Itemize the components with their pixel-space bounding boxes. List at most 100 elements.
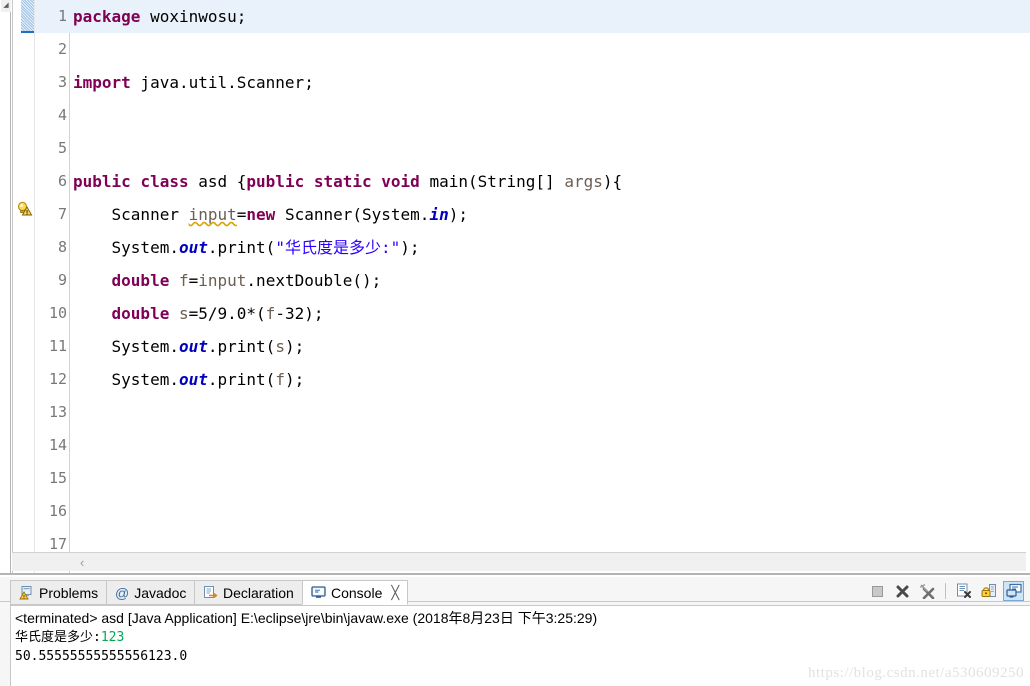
problems-icon bbox=[19, 585, 34, 600]
toolbar-separator bbox=[945, 583, 946, 599]
console-line: 华氏度是多少:123 bbox=[15, 628, 1030, 647]
code-line[interactable]: import java.util.Scanner; bbox=[71, 66, 1030, 99]
code-line[interactable]: System.out.print(s); bbox=[71, 330, 1030, 363]
collapse-view-icon[interactable]: ◢ bbox=[1, 0, 11, 12]
code-token: double bbox=[111, 271, 170, 290]
code-line[interactable] bbox=[71, 132, 1030, 165]
lock-icon[interactable] bbox=[978, 581, 999, 601]
code-token: System. bbox=[73, 337, 179, 356]
code-token: ); bbox=[448, 205, 468, 224]
close-icon[interactable]: ╳ bbox=[391, 585, 399, 601]
tab-label: Declaration bbox=[223, 584, 294, 601]
code-line[interactable]: public class asd {public static void mai… bbox=[71, 165, 1030, 198]
tab-console[interactable]: Console ╳ bbox=[302, 580, 409, 605]
code-token: public bbox=[246, 172, 305, 191]
cursor-line-marker bbox=[21, 0, 34, 33]
scroll-left-icon[interactable]: ‹ bbox=[80, 554, 84, 571]
code-line[interactable] bbox=[71, 396, 1030, 429]
code-token: args bbox=[564, 172, 603, 191]
line-number: 15 bbox=[48, 469, 67, 487]
code-text-area[interactable]: package woxinwosu; import java.util.Scann… bbox=[71, 0, 1030, 575]
stop-square-icon[interactable] bbox=[867, 581, 888, 601]
editor-bottom-divider bbox=[0, 573, 1030, 575]
code-line[interactable] bbox=[71, 462, 1030, 495]
code-line[interactable]: double f=input.nextDouble(); bbox=[71, 264, 1030, 297]
code-token: public bbox=[73, 172, 131, 191]
code-token: f bbox=[275, 370, 285, 389]
code-token: woxinwosu; bbox=[140, 7, 247, 26]
code-line[interactable]: Scanner input=new Scanner(System.in); bbox=[71, 198, 1030, 231]
tab-label: Javadoc bbox=[134, 584, 187, 601]
editor-gutter[interactable]: 1 2 3 4 5 6 7 8 9 10 11 12 13 14 15 16 17 bbox=[12, 0, 82, 575]
code-line[interactable] bbox=[71, 99, 1030, 132]
code-line[interactable]: package woxinwosu; bbox=[71, 0, 1030, 33]
code-line[interactable]: System.out.print("华氏度是多少:"); bbox=[71, 231, 1030, 264]
code-token: package bbox=[73, 7, 141, 26]
code-token: class bbox=[140, 172, 189, 191]
line-number: 11 bbox=[48, 337, 67, 355]
clear-page-icon[interactable] bbox=[953, 581, 974, 601]
cross-icon[interactable] bbox=[892, 581, 913, 601]
tab-problems[interactable]: Problems bbox=[10, 580, 108, 605]
lightbulb-warning-icon[interactable] bbox=[16, 201, 33, 217]
code-token: main(String[] bbox=[419, 172, 565, 191]
line-number: 14 bbox=[48, 436, 67, 454]
code-line[interactable]: double s=5/9.0*(f-32); bbox=[71, 297, 1030, 330]
tab-javadoc[interactable]: @ Javadoc bbox=[106, 580, 196, 605]
cross-broom-icon[interactable] bbox=[917, 581, 938, 601]
javadoc-at-icon: @ bbox=[115, 584, 130, 601]
code-token: ); bbox=[400, 238, 420, 257]
code-token: .nextDouble(); bbox=[246, 271, 382, 290]
console-output-lines: 华氏度是多少:123 50.55555555555556123.0 bbox=[15, 628, 1030, 666]
tab-declaration[interactable]: Declaration bbox=[194, 580, 303, 605]
code-token: "华氏度是多少:" bbox=[275, 238, 401, 257]
code-line[interactable] bbox=[71, 33, 1030, 66]
code-token: = bbox=[188, 271, 199, 290]
console-stdout: 华氏度是多少: bbox=[15, 630, 101, 645]
code-token: f bbox=[178, 271, 189, 290]
code-token: .print( bbox=[207, 238, 276, 257]
code-token: -32); bbox=[275, 304, 324, 323]
display-console-icon[interactable] bbox=[1003, 581, 1024, 601]
code-line[interactable] bbox=[71, 495, 1030, 528]
console-launch-header: <terminated> asd [Java Application] E:\e… bbox=[15, 610, 598, 626]
code-token: out bbox=[178, 337, 208, 356]
code-token: s bbox=[178, 304, 189, 323]
code-line[interactable] bbox=[71, 429, 1030, 462]
line-number: 16 bbox=[48, 502, 67, 520]
annotation-ruler[interactable] bbox=[13, 0, 35, 575]
declaration-icon bbox=[203, 585, 218, 600]
code-token: import bbox=[73, 73, 131, 92]
code-token: .print( bbox=[207, 370, 276, 389]
console-toolbar[interactable] bbox=[867, 581, 1024, 601]
line-number-column: 1 2 3 4 5 6 7 8 9 10 11 12 13 14 15 16 17 bbox=[35, 0, 71, 575]
editor-left-strip: ◢ bbox=[0, 0, 11, 575]
tab-label: Console bbox=[331, 584, 383, 601]
left-strip-filler bbox=[0, 12, 10, 575]
code-token: void bbox=[381, 172, 420, 191]
console-stdin: 123 bbox=[100, 630, 125, 645]
code-token: out bbox=[178, 370, 208, 389]
code-token: new bbox=[246, 205, 276, 224]
code-token: s bbox=[275, 337, 285, 356]
java-editor[interactable]: ◢ 1 2 3 4 5 6 7 8 9 10 11 12 13 14 15 16 17 bbox=[0, 0, 1030, 575]
line-number: 5 bbox=[57, 139, 67, 157]
code-token: in bbox=[429, 205, 449, 224]
line-number: 8 bbox=[57, 238, 67, 256]
bottom-panel: Problems @Javadoc Declaration Console ╳ bbox=[0, 577, 1030, 686]
code-line[interactable]: System.out.print(f); bbox=[71, 363, 1030, 396]
editor-horizontal-scrollbar[interactable]: ‹ bbox=[12, 552, 1026, 571]
line-number: 4 bbox=[57, 106, 67, 124]
line-number: 6 bbox=[57, 172, 67, 190]
code-token: ){ bbox=[602, 172, 623, 191]
console-line: 50.55555555555556123.0 bbox=[15, 647, 1030, 666]
line-number: 7 bbox=[57, 205, 67, 223]
line-number: 3 bbox=[57, 73, 67, 91]
code-token: = bbox=[236, 205, 247, 224]
code-token: System. bbox=[73, 238, 179, 257]
code-token: .print( bbox=[207, 337, 276, 356]
